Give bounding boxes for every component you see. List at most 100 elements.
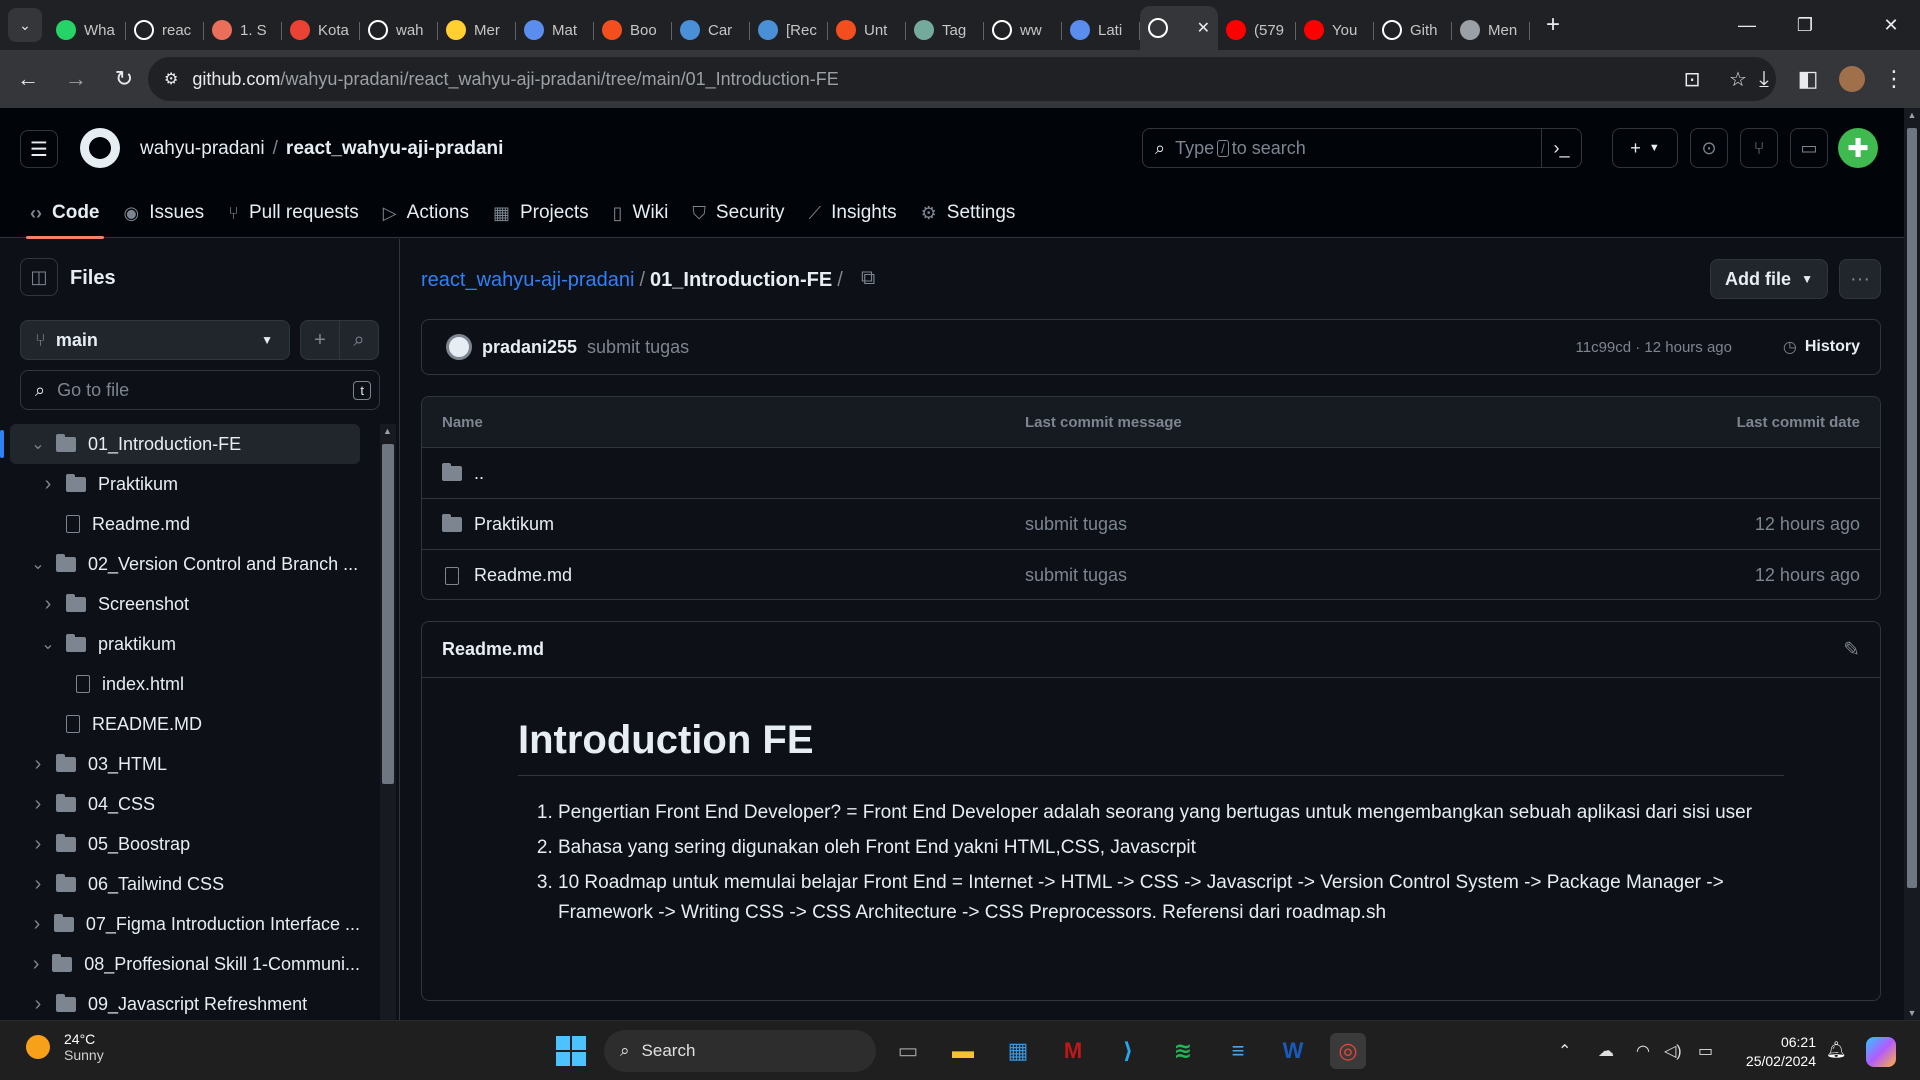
tab-wiki[interactable]: ▯ Wiki (601, 188, 681, 238)
side-panel-icon[interactable]: ◧ (1788, 59, 1828, 99)
github-logo-icon[interactable] (80, 128, 120, 168)
close-window-button[interactable]: ✕ (1862, 0, 1920, 50)
chrome-icon[interactable]: ◎ (1330, 1033, 1366, 1069)
tab-search-button[interactable]: ⌄ (8, 8, 42, 42)
browser-tab[interactable]: Unt (828, 10, 906, 50)
browser-tab[interactable]: Wha (48, 10, 126, 50)
browser-tab[interactable]: Tag (906, 10, 984, 50)
downloads-icon[interactable]: ⤓ (1744, 59, 1784, 99)
scroll-up-icon[interactable]: ▲ (1904, 110, 1920, 120)
tab-actions[interactable]: ▷ Actions (371, 188, 481, 238)
create-new-button[interactable]: + ▼ (1612, 128, 1678, 168)
scroll-up-icon[interactable]: ▲ (383, 426, 392, 436)
pull-requests-icon[interactable]: ⑂ (1740, 128, 1778, 168)
tab-settings[interactable]: ⚙ Settings (909, 188, 1028, 238)
user-avatar[interactable]: ✚ (1838, 128, 1878, 168)
edit-pencil-icon[interactable]: ✎ (1843, 637, 1860, 662)
copy-path-icon[interactable]: ⧉ (861, 267, 875, 290)
forward-button[interactable]: → (56, 59, 96, 99)
chevron-right-icon[interactable]: › (30, 753, 46, 776)
tree-folder-item[interactable]: ⌄ praktikum (10, 624, 360, 664)
chevron-right-icon[interactable]: › (30, 993, 46, 1016)
browser-tab[interactable]: You (1296, 10, 1374, 50)
browser-tab[interactable]: reac (126, 10, 204, 50)
tree-folder-item[interactable]: › 03_HTML (10, 744, 360, 784)
windows-start-icon[interactable] (556, 1036, 586, 1066)
file-explorer-icon[interactable]: ▬ (945, 1033, 981, 1069)
browser-tab[interactable]: [Rec (750, 10, 828, 50)
chevron-right-icon[interactable]: › (30, 913, 44, 936)
system-clock[interactable]: 06:21 25/02/2024 (1740, 1033, 1816, 1071)
parent-directory-row[interactable]: .. (422, 448, 1880, 499)
more-options-icon[interactable]: ··· (1839, 259, 1881, 299)
chevron-right-icon[interactable]: › (30, 953, 42, 976)
show-hidden-icons[interactable]: ⌃ (1558, 1041, 1571, 1061)
close-tab-icon[interactable]: ✕ (1197, 18, 1210, 38)
commit-author-avatar[interactable] (446, 334, 472, 360)
tree-folder-item[interactable]: › 06_Tailwind CSS (10, 864, 360, 904)
browser-tab[interactable]: Mat (516, 10, 594, 50)
chevron-right-icon[interactable]: › (40, 473, 56, 496)
scroll-down-icon[interactable]: ▼ (1904, 1008, 1920, 1018)
browser-tab[interactable]: wah (360, 10, 438, 50)
branch-selector[interactable]: ⑂ main ▼ (20, 320, 290, 360)
word-icon[interactable]: W (1275, 1033, 1311, 1069)
repo-link[interactable]: react_wahyu-aji-pradani (286, 138, 504, 159)
tree-folder-item[interactable]: › 07_Figma Introduction Interface ... (10, 904, 360, 944)
tab-projects[interactable]: ▦ Projects (481, 188, 601, 238)
new-tab-button[interactable]: + (1536, 8, 1570, 42)
commit-message-link[interactable]: submit tugas (587, 337, 689, 358)
commit-author-link[interactable]: pradani255 (482, 337, 577, 358)
tree-file-item[interactable]: index.html (10, 664, 360, 704)
tree-folder-item[interactable]: › Praktikum (10, 464, 360, 504)
microsoft-store-icon[interactable]: ▦ (1000, 1033, 1036, 1069)
owner-link[interactable]: wahyu-pradani (140, 138, 265, 159)
notification-bell-icon[interactable]: 🔔︎ (1826, 1040, 1846, 1060)
sidebar-scroll-thumb[interactable] (382, 444, 394, 784)
command-palette-icon[interactable]: ›_ (1541, 129, 1581, 167)
page-scrollbar[interactable]: ▲ ▼ (1904, 108, 1920, 1020)
weather-widget[interactable]: 24°C Sunny (26, 1031, 104, 1063)
browser-tab[interactable]: Boo (594, 10, 672, 50)
install-app-icon[interactable]: ⊡ (1672, 57, 1712, 101)
browser-tab[interactable]: Car (672, 10, 750, 50)
address-bar[interactable]: ⚙ github.com/wahyu-pradani/react_wahyu-a… (148, 57, 1776, 101)
onedrive-icon[interactable]: ☁ (1598, 1041, 1614, 1061)
tab-pull-requests[interactable]: ⑂ Pull requests (216, 188, 371, 238)
path-repo-link[interactable]: react_wahyu-aji-pradani (421, 269, 634, 291)
chevron-right-icon[interactable]: › (30, 873, 46, 896)
chevron-right-icon[interactable]: › (30, 833, 46, 856)
chevron-down-icon[interactable]: ⌄ (30, 554, 46, 574)
minimize-button[interactable]: — (1718, 0, 1776, 50)
tree-file-item[interactable]: README.MD (10, 704, 360, 744)
tab-code[interactable]: ‹› Code (18, 188, 112, 239)
tab-security[interactable]: ⛉ Security (680, 188, 796, 238)
chevron-down-icon[interactable]: ⌄ (30, 434, 46, 454)
browser-tab[interactable]: ✕ (1140, 6, 1218, 50)
row-commit-message[interactable]: submit tugas (1025, 565, 1127, 586)
spotify-icon[interactable]: ≋ (1165, 1033, 1201, 1069)
table-row[interactable]: Readme.md submit tugas 12 hours ago (422, 550, 1880, 599)
sidebar-scrollbar[interactable]: ▲ (380, 424, 396, 1020)
tree-file-item[interactable]: Readme.md (10, 504, 360, 544)
table-row[interactable]: Praktikum submit tugas 12 hours ago (422, 499, 1880, 550)
tree-folder-item[interactable]: › 08_Proffesional Skill 1-Communi... (10, 944, 360, 984)
notepad-icon[interactable]: ≡ (1220, 1033, 1256, 1069)
commit-meta[interactable]: 11c99cd · 12 hours ago (1576, 339, 1733, 356)
browser-menu-icon[interactable]: ⋮ (1874, 59, 1914, 99)
browser-tab[interactable]: Gith (1374, 10, 1452, 50)
tab-issues[interactable]: ◉ Issues (112, 188, 217, 238)
tree-folder-item[interactable]: › 09_Javascript Refreshment (10, 984, 360, 1020)
issues-icon[interactable]: ⊙ (1690, 128, 1728, 168)
go-to-file-input[interactable]: ⌕ Go to file t (20, 370, 380, 410)
row-name-link[interactable]: Readme.md (442, 565, 572, 586)
search-input[interactable]: ⌕ Type / to search ›_ (1142, 128, 1582, 168)
browser-tab[interactable]: ww (984, 10, 1062, 50)
site-info-icon[interactable]: ⚙ (164, 69, 178, 89)
wifi-icon[interactable]: ◠ (1636, 1041, 1650, 1061)
tree-folder-item[interactable]: › 05_Boostrap (10, 824, 360, 864)
browser-tab[interactable]: Mer (438, 10, 516, 50)
reload-button[interactable]: ↻ (104, 59, 144, 99)
chevron-down-icon[interactable]: ⌄ (40, 634, 56, 654)
collapse-sidebar-icon[interactable]: ◫ (20, 258, 58, 296)
